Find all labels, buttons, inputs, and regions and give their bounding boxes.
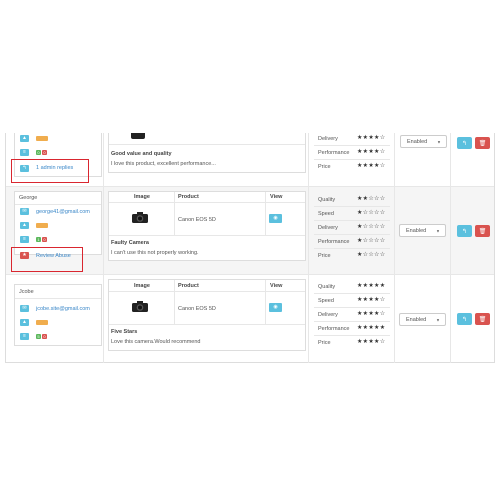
col-header-product: Product — [178, 283, 199, 289]
rating-label: Delivery — [318, 312, 338, 318]
author-email[interactable]: jcobe.site@gmail.com — [36, 306, 90, 312]
review-text: I love this product, excellent performan… — [111, 161, 216, 167]
highlight-box — [11, 159, 89, 183]
review-text: I can't use this not properly working. — [111, 250, 199, 256]
rating-stars: ★☆☆☆☆ — [357, 252, 386, 258]
product-name: Canon EOS 5D — [178, 306, 216, 312]
camera-image — [131, 211, 149, 229]
delete-button[interactable]: 🗑 — [475, 313, 490, 325]
rating-label: Delivery — [318, 136, 338, 142]
status-badge — [36, 223, 48, 228]
camera-image — [131, 300, 149, 318]
rating-label: Speed — [318, 211, 334, 217]
status-badge — [36, 320, 48, 325]
col-header-image: Image — [134, 194, 150, 200]
author-name: Jcobe — [19, 289, 34, 295]
camera-image — [131, 133, 145, 139]
rating-label: Price — [318, 164, 331, 170]
count-badge: 1 — [36, 237, 41, 242]
review-title: Good value and quality — [111, 151, 172, 157]
rating-label: Performance — [318, 326, 350, 332]
count-badge: 5 — [36, 334, 41, 339]
reply-button[interactable]: ↰ — [457, 313, 472, 325]
view-button[interactable]: ◉ — [269, 303, 282, 312]
email-icon: ✉ — [20, 305, 29, 312]
count-badge: 0 — [42, 150, 47, 155]
rating-stars: ★☆☆☆☆ — [357, 224, 386, 230]
count-badge: 0 — [42, 237, 47, 242]
rating-label: Performance — [318, 150, 350, 156]
status-select[interactable]: Enabled ▼ — [399, 313, 446, 326]
rating-stars: ★★★★☆ — [357, 297, 386, 303]
stats-icon: ≡ — [20, 236, 29, 243]
delete-button[interactable]: 🗑 — [475, 225, 490, 237]
user-icon: ▲ — [20, 135, 29, 142]
rating-label: Performance — [318, 239, 350, 245]
rating-stars: ★☆☆☆☆ — [357, 210, 386, 216]
author-name: George — [19, 195, 38, 201]
review-title: Faulty Camera — [111, 240, 149, 246]
rating-label: Delivery — [318, 225, 338, 231]
author-email[interactable]: george41@gmail.com — [36, 209, 90, 215]
rating-stars: ★★★★★ — [357, 283, 386, 289]
stats-icon: ≡ — [20, 149, 29, 156]
rating-stars: ★☆☆☆☆ — [357, 238, 386, 244]
rating-label: Quality — [318, 284, 336, 290]
count-badge: 0 — [36, 150, 41, 155]
product-name: Canon EOS 5D — [178, 217, 216, 223]
rating-stars: ★★★★☆ — [357, 339, 386, 345]
rating-stars: ★★★★☆ — [357, 163, 386, 169]
status-badge — [36, 136, 48, 141]
delete-button[interactable]: 🗑 — [475, 137, 490, 149]
col-header-image: Image — [134, 283, 150, 289]
rating-stars: ★★★★☆ — [357, 135, 386, 141]
rating-label: Price — [318, 253, 331, 259]
stats-icon: ≡ — [20, 333, 29, 340]
status-select[interactable]: Enabled ▼ — [400, 135, 447, 148]
rating-stars: ★★★★☆ — [357, 311, 386, 317]
highlight-box — [11, 247, 83, 272]
col-header-product: Product — [178, 194, 199, 200]
count-badge: 0 — [42, 334, 47, 339]
review-title: Five Stars — [111, 329, 138, 335]
view-button[interactable]: ◉ — [269, 214, 282, 223]
rating-stars: ★★★★☆ — [357, 149, 386, 155]
rating-label: Quality — [318, 197, 336, 203]
rating-label: Speed — [318, 298, 334, 304]
col-header-view: View — [270, 283, 283, 289]
status-select[interactable]: Enabled ▼ — [399, 224, 446, 237]
review-text: Love this camera.Would recommend — [111, 339, 201, 345]
rating-label: Price — [318, 340, 331, 346]
user-icon: ▲ — [20, 222, 29, 229]
email-icon: ✉ — [20, 208, 29, 215]
reply-button[interactable]: ↰ — [457, 225, 472, 237]
rating-stars: ★★★★★ — [357, 325, 386, 331]
col-header-view: View — [270, 194, 283, 200]
user-icon: ▲ — [20, 319, 29, 326]
reply-button[interactable]: ↰ — [457, 137, 472, 149]
rating-stars: ★★☆☆☆ — [357, 196, 386, 202]
